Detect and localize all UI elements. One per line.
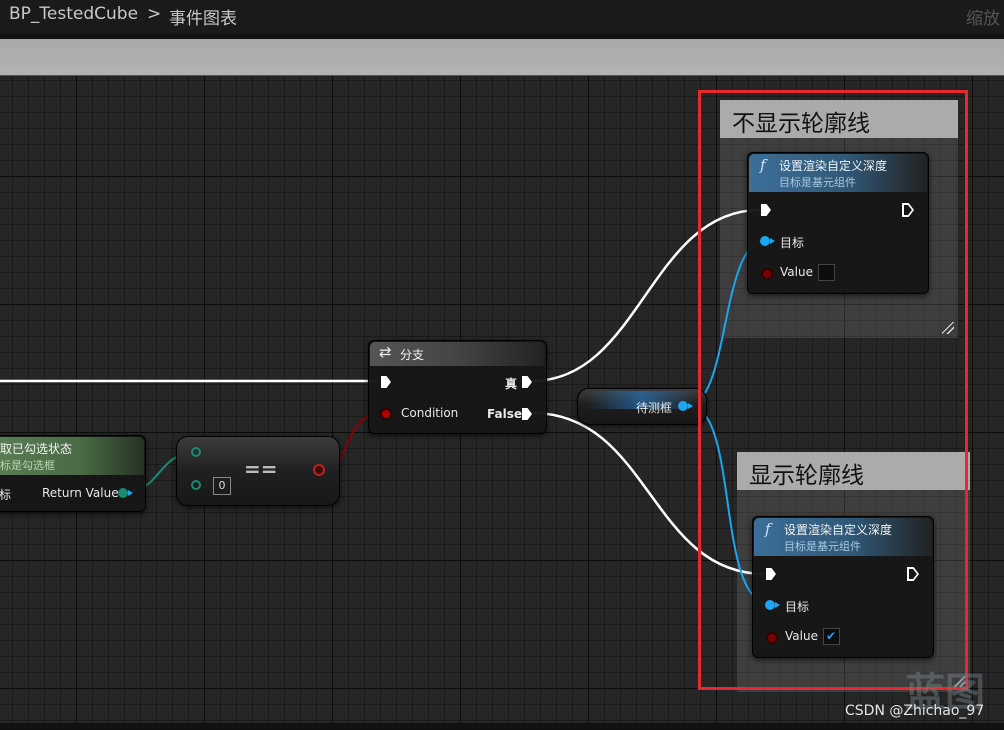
node-variable-get[interactable]: 待测框	[577, 388, 707, 425]
node-branch[interactable]: ⇄ 分支 真 Condition False	[368, 340, 547, 434]
true-pin-label: 真	[505, 377, 518, 391]
node-title: 分支	[400, 348, 425, 362]
input-pin-a[interactable]	[191, 447, 201, 457]
input-pin-b[interactable]	[191, 480, 201, 490]
csdn-watermark: CSDN @Zhichao_97	[845, 703, 985, 719]
condition-pin[interactable]	[380, 408, 392, 420]
branch-icon: ⇄	[379, 343, 392, 361]
return-value-pin[interactable]	[118, 488, 133, 498]
equal-operator: ==	[244, 457, 278, 481]
node-equal[interactable]: 0 ==	[176, 436, 340, 506]
highlight-frame	[698, 90, 968, 690]
bool-output-pin[interactable]	[313, 464, 325, 476]
bottom-bar	[0, 723, 1004, 730]
node-title: 取已勾选状态	[0, 442, 73, 456]
condition-label: Condition	[401, 406, 459, 420]
node-header[interactable]: ⇄ 分支	[370, 342, 545, 366]
node-subtitle: 标是勾选框	[0, 459, 55, 472]
literal-input-field[interactable]: 0	[213, 477, 231, 495]
object-output-pin[interactable]	[678, 401, 693, 411]
node-get-checked-state[interactable]: 取已勾选状态 标是勾选框 标 Return Value	[0, 435, 146, 512]
target-pin-label: 标	[0, 488, 12, 502]
false-pin-label: False	[487, 407, 522, 421]
return-value-label: Return Value	[42, 486, 119, 500]
variable-label: 待测框	[636, 401, 673, 415]
node-header[interactable]: 取已勾选状态 标是勾选框	[0, 437, 144, 475]
